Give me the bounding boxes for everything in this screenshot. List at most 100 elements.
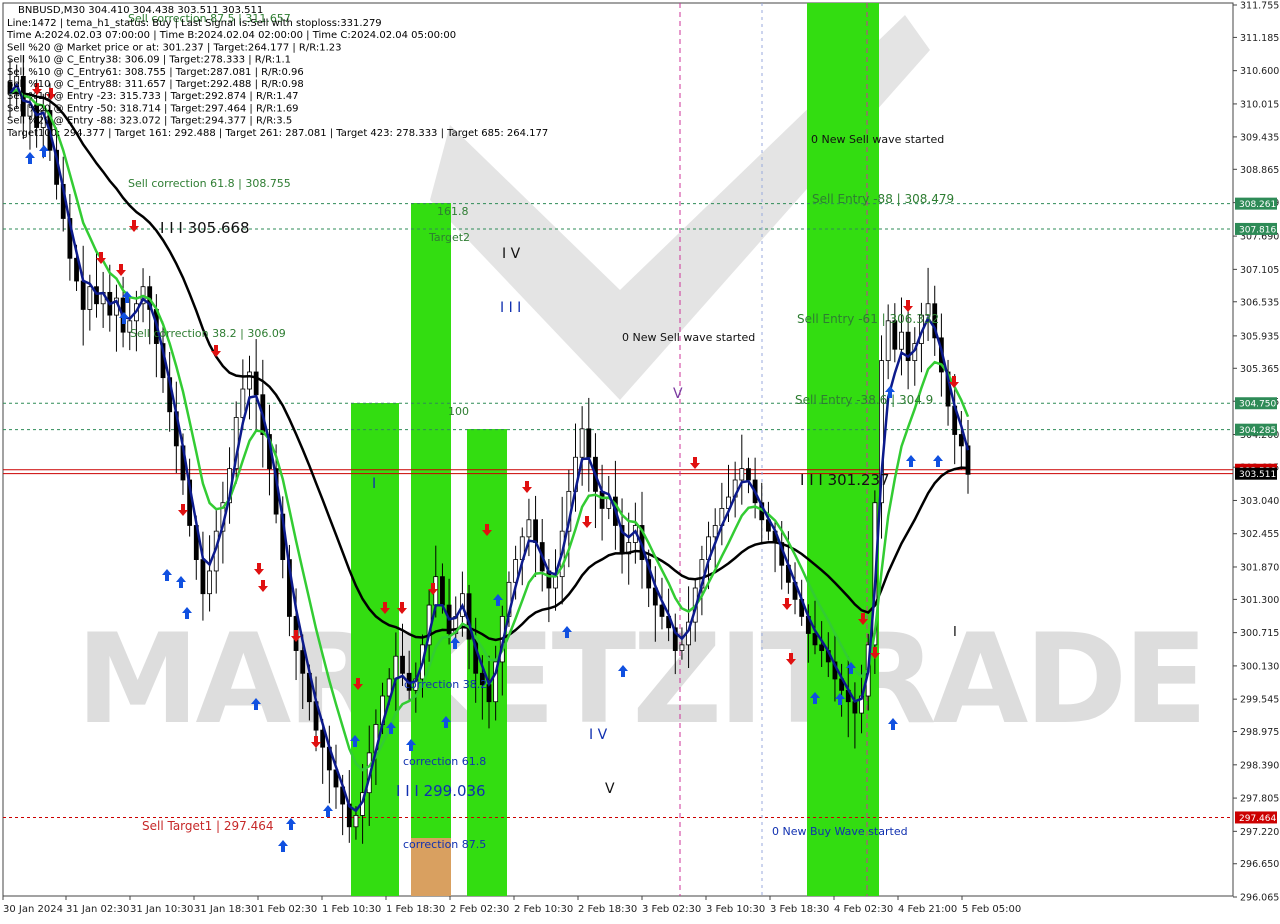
time-tick-label: 2 Feb 02:30	[450, 904, 509, 915]
wave-i-right: I	[953, 625, 957, 640]
ann-sell-target1: Sell Target1 | 297.464	[142, 819, 274, 833]
candle-body	[579, 428, 585, 458]
price-tick-label: 300.715	[1240, 628, 1279, 639]
candle-body	[440, 576, 445, 606]
time-tick-label: 1 Feb 10:30	[322, 904, 381, 915]
price-tick-label: 310.015	[1240, 99, 1279, 110]
ann-sell-correction-618: Sell correction 61.8 | 308.755	[128, 177, 291, 190]
ann-iii-299: I I I 299.036	[396, 782, 486, 800]
time-tick-label: 31 Jan 10:30	[130, 904, 193, 915]
candle-body	[207, 570, 212, 595]
price-tick-label: 297.220	[1240, 827, 1279, 838]
time-tick-label: 2 Feb 18:30	[578, 904, 637, 915]
time-tick-label: 31 Jan 02:30	[66, 904, 129, 915]
price-badge-label: 303.511	[1239, 470, 1276, 480]
price-badge-label: 304.285	[1239, 426, 1276, 436]
chart-canvas[interactable]: MARKETZITRADE Sell correction 87.5 | 311…	[0, 0, 1280, 920]
candle-body	[679, 644, 685, 651]
candle-body	[400, 655, 405, 674]
price-tick-label: 297.805	[1240, 794, 1279, 805]
candle-body	[247, 371, 252, 390]
info-line: Sell %10 @ C_Entry88: 311.657 | Target:2…	[7, 79, 304, 90]
wave-iv-top: I V	[502, 246, 521, 262]
price-tick-label: 298.390	[1240, 760, 1279, 771]
candle-body	[586, 428, 592, 458]
ann-sell-entry-61: Sell Entry -61 | 306.332	[797, 312, 939, 326]
time-tick-label: 4 Feb 21:00	[898, 904, 957, 915]
price-badge-label: 307.816	[1239, 225, 1276, 235]
price-tick-label: 311.185	[1240, 33, 1279, 44]
ann-100: 100	[448, 405, 469, 418]
candle-body	[486, 684, 492, 703]
wave-v-bottom: V	[605, 781, 615, 797]
ann-target2: Target2	[428, 231, 470, 244]
candle-body	[300, 650, 306, 674]
candle-body	[253, 371, 259, 396]
price-tick-label: 298.975	[1240, 727, 1279, 738]
ann-new-sell-wave-1: 0 New Sell wave started	[622, 331, 755, 344]
wave-iv-bottom: I V	[589, 727, 608, 743]
zone-rect	[467, 429, 507, 896]
price-tick-label: 305.365	[1240, 364, 1279, 375]
time-tick-label: 3 Feb 10:30	[706, 904, 765, 915]
candle-body	[746, 468, 751, 481]
candle-body	[712, 525, 718, 538]
ann-iii-305: I I I 305.668	[160, 219, 250, 237]
price-tick-label: 310.600	[1240, 66, 1279, 77]
price-tick-label: 296.065	[1240, 893, 1279, 904]
ann-correction-875: correction 87.5	[403, 838, 486, 851]
wave-v-top: V	[673, 386, 683, 402]
candle-body	[94, 286, 99, 305]
watermark-text: MARKETZITRADE	[76, 608, 1204, 752]
candle-body	[958, 434, 964, 447]
time-tick-label: 3 Feb 18:30	[770, 904, 829, 915]
price-tick-label: 302.455	[1240, 529, 1279, 540]
time-tick-label: 3 Feb 02:30	[642, 904, 701, 915]
price-tick-label: 296.650	[1240, 859, 1279, 870]
candle-body	[87, 286, 93, 310]
time-tick-label: 1 Feb 02:30	[258, 904, 317, 915]
info-line: Sell %20 @ Market price or at: 301.237 |…	[7, 42, 342, 53]
time-tick-label: 31 Jan 18:30	[194, 904, 257, 915]
time-tick-label: 2 Feb 10:30	[514, 904, 573, 915]
ann-sell-entry-88: Sell Entry -88 | 308.479	[812, 192, 954, 206]
ann-sell-entry-38: Sell Entry -38.6 | 304.9	[795, 393, 933, 407]
info-line: Sell %10 @ C_Entry38: 306.09 | Target:27…	[7, 55, 291, 66]
price-tick-label: 299.545	[1240, 695, 1279, 706]
ann-sell-correction-382: Sell correction 38.2 | 306.09	[130, 327, 286, 340]
ann-correction-382: correction 38.2	[404, 678, 487, 691]
candle-body	[885, 320, 891, 362]
info-line: Time A:2024.02.03 07:00:00 | Time B:2024…	[6, 30, 456, 41]
candle-body	[200, 559, 206, 595]
zone-rect	[411, 203, 451, 838]
price-tick-label: 307.105	[1240, 265, 1279, 276]
ann-new-sell-wave-2: 0 New Sell wave started	[811, 133, 944, 146]
candle-body	[533, 519, 538, 543]
info-line: Sell %10 @ C_Entry61: 308.755 | Target:2…	[7, 67, 304, 78]
trading-chart[interactable]: MARKETZITRADE Sell correction 87.5 | 311…	[0, 0, 1280, 920]
ann-new-buy-wave: 0 New Buy Wave started	[772, 825, 908, 838]
candle-body	[899, 331, 904, 350]
price-tick-label: 305.935	[1240, 331, 1279, 342]
price-tick-label: 309.435	[1240, 132, 1279, 143]
candle-body	[852, 701, 858, 714]
ann-1618: 161.8	[437, 205, 469, 218]
info-line: Sell %20 @ Entry -88: 323.072 | Target:2…	[7, 116, 292, 127]
candle-body	[739, 468, 745, 481]
price-tick-label: 311.755	[1240, 1, 1279, 12]
wave-iii-top: I I I	[500, 300, 521, 316]
time-tick-label: 30 Jan 2024	[3, 904, 63, 915]
time-tick-label: 1 Feb 18:30	[386, 904, 445, 915]
info-line: Target100: 294.377 | Target 161: 292.488…	[6, 128, 548, 139]
price-tick-label: 308.865	[1240, 165, 1279, 176]
info-line: Line:1472 | tema_h1_status: Buy | Last S…	[7, 18, 382, 29]
price-tick-label: 303.040	[1240, 496, 1279, 507]
price-tick-label: 301.300	[1240, 595, 1279, 606]
price-tick-label: 301.870	[1240, 562, 1279, 573]
candle-body	[80, 280, 86, 310]
candle-body	[599, 490, 605, 509]
wave-i: I	[372, 476, 376, 492]
price-tick-label: 300.130	[1240, 661, 1279, 672]
ann-iii-301: I I I 301.237	[800, 471, 890, 489]
time-tick-label: 4 Feb 02:30	[834, 904, 893, 915]
